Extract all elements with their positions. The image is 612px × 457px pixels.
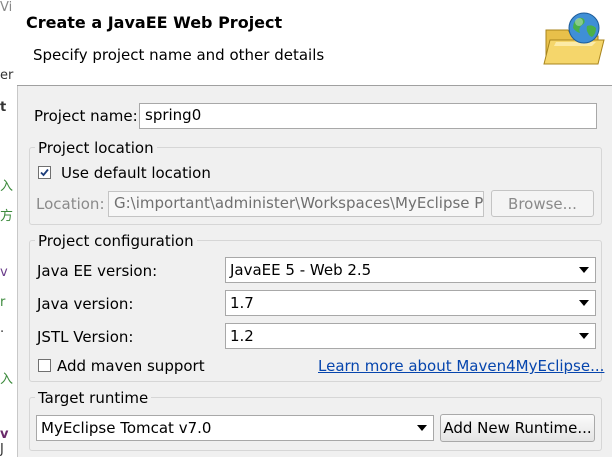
add-maven-support-label: Add maven support (57, 357, 205, 375)
checkmark-icon (40, 168, 49, 177)
javaee-version-label: Java EE version: (37, 262, 158, 280)
strip-text: t (0, 100, 7, 115)
add-new-runtime-button[interactable]: Add New Runtime... (440, 414, 595, 442)
strip-text: r (0, 295, 6, 310)
chevron-down-icon (579, 267, 589, 273)
jstl-version-label: JSTL Version: (37, 328, 134, 346)
target-runtime-select[interactable]: MyEclipse Tomcat v7.0 (36, 415, 434, 441)
strip-text: 入 (0, 179, 14, 194)
add-maven-support-checkbox[interactable] (38, 359, 51, 372)
chevron-down-icon (579, 300, 589, 306)
browse-button[interactable]: Browse... (491, 190, 594, 217)
javaee-version-value: JavaEE 5 - Web 2.5 (230, 261, 372, 279)
java-version-value: 1.7 (230, 294, 254, 312)
project-location-title: Project location (35, 139, 157, 157)
strip-text: er (0, 68, 14, 83)
strip-text: v (0, 427, 9, 442)
strip-text: · (0, 325, 5, 340)
strip-text: 入 (0, 372, 14, 387)
use-default-location-label: Use default location (61, 164, 211, 182)
strip-text: Vi (0, 0, 13, 15)
maven-learn-more-link[interactable]: Learn more about Maven4MyEclipse... (318, 357, 604, 375)
location-input[interactable]: G:\important\administer\Workspaces\MyEcl… (108, 191, 484, 217)
strip-text: J (0, 442, 4, 457)
chevron-down-icon (417, 425, 427, 431)
java-version-label: Java version: (37, 295, 134, 313)
project-name-input[interactable]: spring0 (139, 103, 597, 129)
use-default-location-checkbox[interactable] (38, 166, 51, 179)
location-label: Location: (36, 195, 105, 213)
javaee-version-select[interactable]: JavaEE 5 - Web 2.5 (225, 257, 596, 283)
project-name-label: Project name: (34, 107, 138, 125)
java-version-select[interactable]: 1.7 (225, 290, 596, 316)
strip-text: v (0, 265, 8, 280)
background-editor-strip: Vi er t 入 方 v r · 入 v J (0, 0, 18, 457)
jstl-version-select[interactable]: 1.2 (225, 323, 596, 349)
folder-globe-icon (540, 6, 610, 68)
jstl-version-value: 1.2 (230, 327, 254, 345)
target-runtime-title: Target runtime (35, 389, 152, 407)
target-runtime-value: MyEclipse Tomcat v7.0 (41, 419, 212, 437)
strip-text: 方 (0, 209, 14, 224)
project-configuration-title: Project configuration (35, 232, 197, 250)
chevron-down-icon (579, 333, 589, 339)
wizard-subtitle: Specify project name and other details (33, 46, 325, 64)
wizard-title: Create a JavaEE Web Project (26, 13, 283, 32)
